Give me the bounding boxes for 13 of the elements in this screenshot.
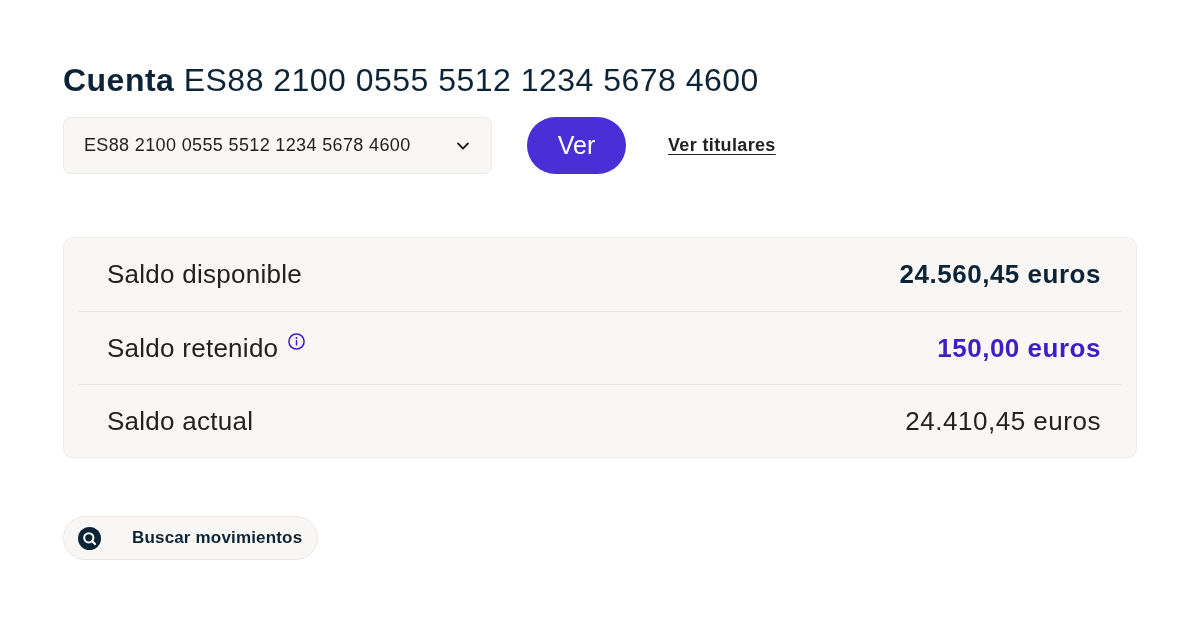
info-icon[interactable] bbox=[288, 332, 306, 350]
balance-amount: 24.560,45 euros bbox=[899, 258, 1101, 291]
view-holders-link[interactable]: Ver titulares bbox=[668, 132, 776, 159]
balance-label: Saldo disponible bbox=[107, 258, 302, 291]
search-icon bbox=[78, 526, 101, 550]
balance-label: Saldo actual bbox=[107, 404, 254, 438]
balance-amount: 150,00 euros bbox=[937, 331, 1101, 365]
account-heading: Cuenta ES88 2100 0555 5512 1234 5678 4600 bbox=[63, 61, 759, 100]
account-select[interactable]: ES88 2100 0555 5512 1234 5678 4600 bbox=[63, 117, 492, 174]
balance-amount: 24.410,45 euros bbox=[905, 404, 1101, 438]
view-button[interactable]: Ver bbox=[527, 117, 626, 174]
balance-label: Saldo retenido bbox=[107, 331, 279, 365]
search-transactions-button[interactable]: Buscar movimientos bbox=[63, 516, 318, 560]
